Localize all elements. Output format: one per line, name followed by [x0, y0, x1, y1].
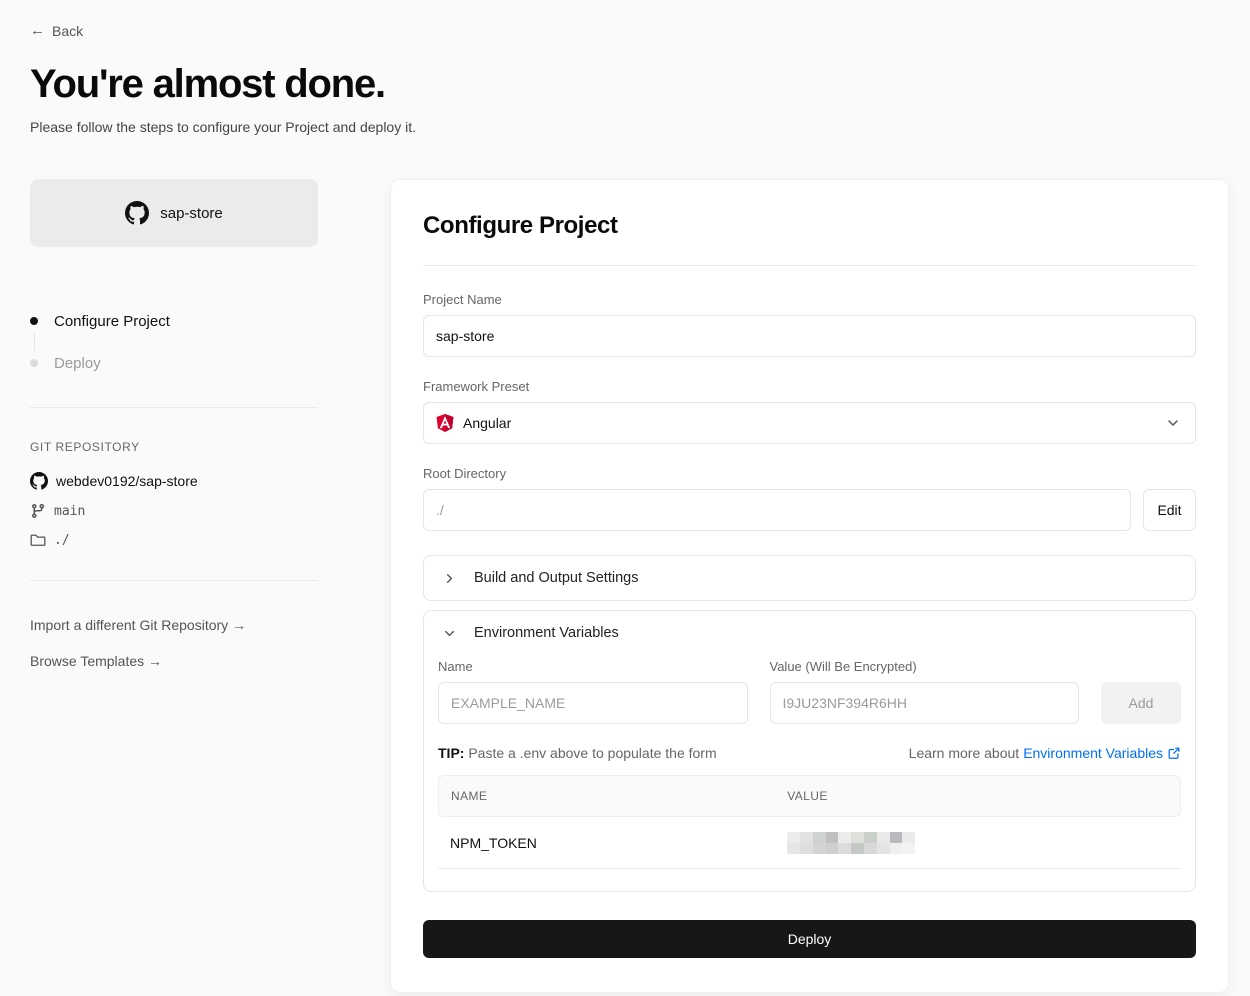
page-subtitle: Please follow the steps to configure you…	[30, 119, 1229, 135]
environment-variables-header[interactable]: Environment Variables	[424, 611, 1195, 655]
back-arrow-icon: ←	[30, 22, 45, 39]
env-name-label: Name	[438, 659, 748, 674]
project-name-field: Project Name	[423, 292, 1196, 357]
env-value-field: Value (Will Be Encrypted)	[770, 659, 1080, 724]
deploy-button[interactable]: Deploy	[423, 920, 1196, 958]
right-arrow-icon: →	[232, 617, 246, 633]
selected-repo-chip: sap-store	[30, 179, 318, 247]
framework-preset-label: Framework Preset	[423, 379, 1196, 394]
step-dot-pending	[30, 359, 38, 367]
sidebar-divider	[30, 580, 318, 581]
card-title: Configure Project	[423, 212, 1196, 240]
import-different-repo-link[interactable]: Import a different Git Repository →	[30, 617, 318, 633]
step-label: Deploy	[54, 355, 101, 372]
environment-variables-accordion: Environment Variables Name Value (Will B…	[423, 610, 1196, 892]
chevron-right-icon	[442, 571, 457, 586]
env-name-input[interactable]	[438, 682, 748, 724]
edit-root-directory-button[interactable]: Edit	[1143, 489, 1196, 531]
env-var-name: NPM_TOKEN	[438, 835, 787, 851]
step-configure-project: Configure Project	[30, 309, 318, 333]
root-directory-input[interactable]	[423, 489, 1131, 531]
framework-preset-field: Framework Preset Angular	[423, 379, 1196, 444]
root-directory-field: Root Directory Edit	[423, 466, 1196, 531]
git-branch-row: main	[30, 503, 318, 519]
chevron-down-icon	[1165, 415, 1181, 431]
import-link-label: Import a different Git Repository	[30, 617, 228, 633]
git-root-path: ./	[54, 533, 70, 548]
repo-chip-label: sap-store	[160, 205, 223, 222]
project-name-label: Project Name	[423, 292, 1196, 307]
add-env-var-button[interactable]: Add	[1101, 682, 1181, 724]
env-table-header: NAME VALUE	[438, 775, 1181, 817]
browse-templates-link[interactable]: Browse Templates →	[30, 653, 318, 669]
configure-project-card: Configure Project Project Name Framework…	[390, 179, 1229, 993]
step-connector-line	[34, 333, 35, 351]
environment-variables-docs-link[interactable]: Environment Variables	[1023, 745, 1181, 761]
step-label: Configure Project	[54, 313, 170, 330]
folder-icon	[30, 532, 46, 548]
step-deploy: Deploy	[30, 351, 318, 375]
angular-logo-icon	[436, 414, 454, 432]
page: ← Back You're almost done. Please follow…	[0, 0, 1250, 993]
env-table-header-value: VALUE	[787, 789, 1180, 803]
env-tip: TIP: Paste a .env above to populate the …	[438, 745, 717, 761]
sidebar-divider	[30, 407, 318, 408]
chevron-down-icon	[442, 626, 457, 641]
step-dot-active	[30, 317, 38, 325]
learn-more-prefix: Learn more about	[909, 745, 1020, 761]
env-table-header-name: NAME	[439, 789, 787, 803]
github-icon	[125, 201, 149, 225]
github-icon	[30, 472, 48, 490]
git-branch-name: main	[54, 504, 85, 519]
env-tip-text: Paste a .env above to populate the form	[468, 745, 716, 761]
git-branch-icon	[30, 503, 46, 519]
build-output-settings-header[interactable]: Build and Output Settings	[424, 556, 1195, 600]
redacted-env-value	[787, 832, 915, 854]
step-indicator: Configure Project Deploy	[30, 309, 318, 375]
env-value-input[interactable]	[770, 682, 1080, 724]
right-arrow-icon: →	[148, 653, 162, 669]
git-repo-name: webdev0192/sap-store	[56, 473, 198, 489]
build-output-settings-label: Build and Output Settings	[474, 570, 638, 586]
env-learn-more: Learn more about Environment Variables	[909, 745, 1181, 761]
root-directory-label: Root Directory	[423, 466, 1196, 481]
build-output-settings-accordion: Build and Output Settings	[423, 555, 1196, 601]
env-table-row: NPM_TOKEN	[438, 817, 1181, 869]
back-button[interactable]: ← Back	[30, 22, 83, 39]
env-vars-table: NAME VALUE NPM_TOKEN	[438, 775, 1181, 869]
back-label: Back	[52, 23, 83, 39]
git-root-row: ./	[30, 532, 318, 548]
env-tip-bold: TIP:	[438, 745, 464, 761]
card-divider	[423, 265, 1196, 266]
docs-link-label: Environment Variables	[1023, 745, 1163, 761]
git-repo-row: webdev0192/sap-store	[30, 472, 318, 490]
git-repository-section-title: GIT REPOSITORY	[30, 440, 318, 454]
browse-link-label: Browse Templates	[30, 653, 144, 669]
framework-selected-value: Angular	[463, 415, 511, 431]
page-title: You're almost done.	[30, 62, 1229, 107]
external-link-icon	[1167, 746, 1181, 760]
project-name-input[interactable]	[423, 315, 1196, 357]
env-value-label: Value (Will Be Encrypted)	[770, 659, 1080, 674]
environment-variables-label: Environment Variables	[474, 625, 619, 641]
env-name-field: Name	[438, 659, 748, 724]
framework-preset-select[interactable]: Angular	[423, 402, 1196, 444]
sidebar: sap-store Configure Project Deploy GIT R…	[30, 179, 318, 669]
